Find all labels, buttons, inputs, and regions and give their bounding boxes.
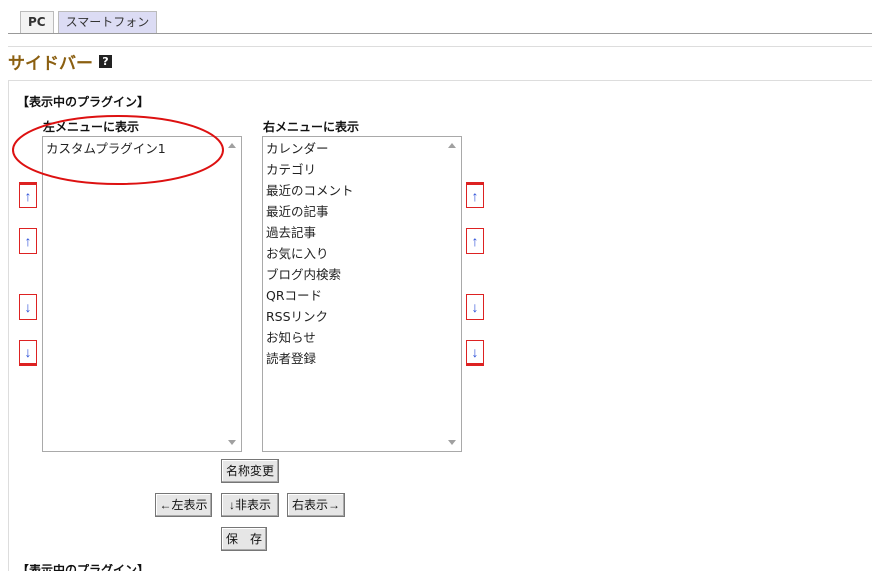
left-menu-items: カスタムプラグイン1 — [45, 138, 223, 451]
left-move-down-button[interactable]: ↓ — [19, 294, 37, 320]
save-button[interactable]: 保 存 — [221, 527, 267, 551]
tab-pc[interactable]: PC — [20, 11, 54, 33]
right-move-up-button[interactable]: ↑ — [466, 228, 484, 254]
hide-button[interactable]: ↓非表示 — [221, 493, 279, 517]
left-menu-scrollbar[interactable] — [224, 137, 241, 451]
list-item[interactable]: ブログ内検索 — [265, 264, 443, 285]
list-item[interactable]: RSSリンク — [265, 306, 443, 327]
divider — [8, 80, 9, 571]
help-icon[interactable]: ? — [99, 55, 112, 68]
device-tabs: PC スマートフォン — [20, 11, 158, 33]
list-item[interactable]: 最近のコメント — [265, 180, 443, 201]
tab-underline — [8, 33, 872, 34]
section-header: サイドバー ? — [8, 49, 112, 74]
right-move-bottom-button[interactable]: ↓ — [466, 340, 484, 366]
left-menu-title: 左メニューに表示 — [43, 120, 140, 134]
list-item[interactable]: 過去記事 — [265, 222, 443, 243]
displayed-plugins-label: 【表示中のプラグイン】 — [17, 95, 150, 109]
list-item[interactable]: 読者登録 — [265, 348, 443, 369]
left-move-up-button[interactable]: ↑ — [19, 228, 37, 254]
right-menu-title: 右メニューに表示 — [263, 120, 360, 134]
show-right-button[interactable]: 右表示→ — [287, 493, 345, 517]
divider — [8, 46, 872, 47]
right-menu-scrollbar[interactable] — [444, 137, 461, 451]
scroll-up-icon[interactable] — [448, 143, 456, 148]
left-move-bottom-button[interactable]: ↓ — [19, 340, 37, 366]
scroll-down-icon[interactable] — [228, 440, 236, 445]
left-menu-listbox[interactable]: カスタムプラグイン1 — [42, 136, 242, 452]
divider — [8, 80, 872, 81]
right-menu-items: カレンダー カテゴリ 最近のコメント 最近の記事 過去記事 お気に入り ブログ内検索 QRコー… — [265, 138, 443, 451]
list-item[interactable]: 最近の記事 — [265, 201, 443, 222]
show-left-button[interactable]: ←左表示 — [155, 493, 212, 517]
left-move-top-button[interactable]: ↑ — [19, 182, 37, 208]
page-title: サイドバー — [8, 54, 93, 74]
list-item[interactable]: カレンダー — [265, 138, 443, 159]
list-item[interactable]: カスタムプラグイン1 — [45, 138, 223, 159]
list-item[interactable]: カテゴリ — [265, 159, 443, 180]
rename-button[interactable]: 名称変更 — [221, 459, 279, 483]
right-move-top-button[interactable]: ↑ — [466, 182, 484, 208]
next-section-label: 【表示中のプラグイン】 — [17, 564, 150, 571]
scroll-down-icon[interactable] — [448, 440, 456, 445]
list-item[interactable]: お気に入り — [265, 243, 443, 264]
right-menu-listbox[interactable]: カレンダー カテゴリ 最近のコメント 最近の記事 過去記事 お気に入り ブログ内検索 QRコー… — [262, 136, 462, 452]
tab-smartphone[interactable]: スマートフォン — [57, 11, 158, 33]
right-move-down-button[interactable]: ↓ — [466, 294, 484, 320]
list-item[interactable]: QRコード — [265, 285, 443, 306]
scroll-up-icon[interactable] — [228, 143, 236, 148]
list-item[interactable]: お知らせ — [265, 327, 443, 348]
